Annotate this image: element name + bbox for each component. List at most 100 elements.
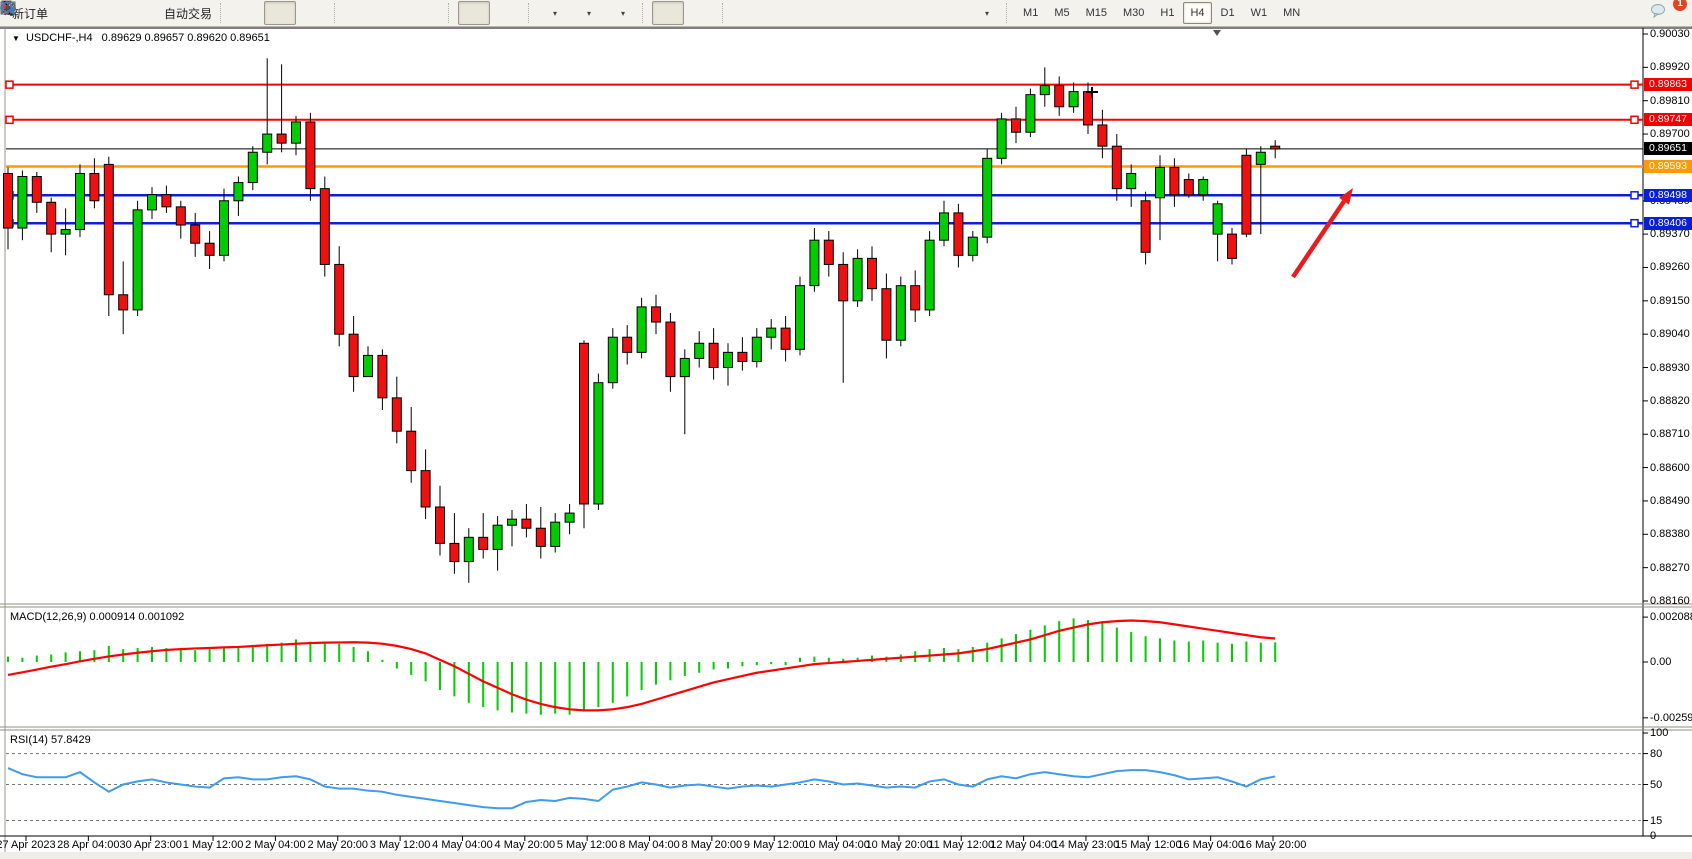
chevron-down-icon[interactable]: ▾ [621, 9, 625, 18]
toolbar-button-trendline[interactable] [800, 1, 832, 25]
price-tag-0.89498[interactable]: 0.89498 [1644, 189, 1692, 202]
toolbar-button-label: 新订单 [12, 5, 48, 22]
toolbar-button-cursor[interactable] [652, 1, 684, 25]
price-tick-label: 0.88490 [1650, 495, 1690, 507]
toolbar-button-text[interactable]: A [902, 1, 934, 25]
macd-tick-label: 0.00 [1650, 656, 1671, 668]
timeframe-M5[interactable]: M5 [1047, 2, 1076, 24]
toolbar-button-vline[interactable] [732, 1, 764, 25]
time-axis-label: 4 May 20:00 [495, 839, 556, 851]
toolbar-button-zoom-in[interactable] [344, 1, 376, 25]
time-axis-label: 8 May 20:00 [682, 839, 743, 851]
price-tick-label: 0.88380 [1650, 528, 1690, 540]
price-tick-label: 0.88270 [1650, 562, 1690, 574]
toolbar-separator [334, 3, 340, 23]
toolbar-separator [642, 3, 648, 23]
macd-tick-label: 0.002088 [1650, 611, 1692, 623]
toolbar-button-new-order[interactable]: 新订单 [4, 1, 52, 25]
toolbar-button-text-label[interactable]: T [936, 1, 968, 25]
time-axis-label: 4 May 04:00 [432, 839, 493, 851]
timeframe-W1[interactable]: W1 [1244, 2, 1275, 24]
notification-badge: 1 [1673, 0, 1687, 11]
chart-quotes: 0.89629 0.89657 0.89620 0.89651 [102, 32, 270, 44]
toolbar-button-auto-scroll[interactable] [458, 1, 490, 25]
toolbar-button-shift-chart[interactable] [492, 1, 524, 25]
chevron-down-icon[interactable]: ▾ [985, 9, 989, 18]
timeframe-H4[interactable]: H4 [1183, 2, 1211, 24]
rsi-tick-label: 50 [1650, 779, 1662, 791]
chart-menu-icon[interactable]: ▼ [12, 34, 20, 43]
toolbar-button-label: 自动交易 [164, 5, 212, 22]
toolbar-separator [220, 3, 226, 23]
price-tick-label: 0.88820 [1650, 395, 1690, 407]
price-tick-label: 0.88930 [1650, 362, 1690, 374]
price-tick-label: 0.89370 [1650, 228, 1690, 240]
toolbar-button-bar-chart[interactable] [230, 1, 262, 25]
toolbar-button-autotrading[interactable]: 自动交易 [156, 1, 216, 25]
price-tick-label: 0.88710 [1650, 428, 1690, 440]
price-tick-label: 0.88160 [1650, 595, 1690, 607]
macd-label: MACD(12,26,9) 0.000914 0.001092 [10, 611, 184, 623]
time-axis-label: 5 May 12:00 [557, 839, 618, 851]
time-axis-label: 8 May 04:00 [619, 839, 680, 851]
toolbar-button-tile-windows[interactable] [412, 1, 444, 25]
time-axis-label: 12 May 04:00 [990, 839, 1057, 851]
toolbar-button-channel[interactable]: E [834, 1, 866, 25]
toolbar-button-styler[interactable] [54, 1, 86, 25]
time-axis-label: 14 May 23:00 [1053, 839, 1120, 851]
time-axis-label: 27 Apr 2023 [0, 839, 56, 851]
toolbar-button-arrows[interactable]: ▾ [970, 1, 1002, 25]
toolbar-button-zoom-out[interactable] [378, 1, 410, 25]
price-tick-label: 0.89700 [1650, 128, 1690, 140]
price-tag-0.89406[interactable]: 0.89406 [1644, 217, 1692, 230]
time-axis-label: 30 Apr 23:00 [119, 839, 181, 851]
toolbar-button-signal[interactable] [122, 1, 154, 25]
main-toolbar: 新订单 自动交易 ▾ ▾ ▾ EFAT ▾ M1M5M15M30H1H4D1W1MN 1 [0, 0, 1692, 27]
chevron-down-icon[interactable]: ▾ [553, 9, 557, 18]
timeframe-M1[interactable]: M1 [1016, 2, 1045, 24]
toolbar-button-crosshair[interactable] [686, 1, 718, 25]
chart-symbol-period: USDCHF-,H4 [26, 32, 93, 44]
toolbar-button-candle-chart[interactable] [264, 1, 296, 25]
chart-title: ▼ USDCHF-,H4 0.89629 0.89657 0.89620 0.8… [12, 32, 270, 44]
time-axis-label: 16 May 04:00 [1177, 839, 1244, 851]
price-tick-label: 0.89810 [1650, 95, 1690, 107]
rsi-label: RSI(14) 57.8429 [10, 734, 91, 746]
rsi-tick-label: 100 [1650, 727, 1668, 739]
time-axis-label: 9 May 12:00 [744, 839, 805, 851]
toolbar-button-line-chart[interactable] [298, 1, 330, 25]
toolbar-separator [448, 3, 454, 23]
time-axis-label: 15 May 12:00 [1115, 839, 1182, 851]
rsi-tick-label: 0 [1650, 830, 1656, 842]
time-axis-label: 10 May 20:00 [866, 839, 933, 851]
price-tick-label: 0.89260 [1650, 261, 1690, 273]
time-axis-label: 3 May 12:00 [370, 839, 431, 851]
toolbar-button-templates[interactable]: ▾ [606, 1, 638, 25]
toolbar-separator [722, 3, 728, 23]
price-tag-0.89651[interactable]: 0.89651 [1644, 142, 1692, 155]
chart-window[interactable] [0, 27, 1692, 859]
search-button[interactable] [1615, 1, 1647, 25]
timeframe-H1[interactable]: H1 [1153, 2, 1181, 24]
time-axis-label: 10 May 04:00 [803, 839, 870, 851]
toolbar-button-user[interactable] [88, 1, 120, 25]
price-tag-0.89863[interactable]: 0.89863 [1644, 78, 1692, 91]
chevron-down-icon[interactable]: ▾ [587, 9, 591, 18]
timeframe-MN[interactable]: MN [1276, 2, 1307, 24]
notifications-button[interactable]: 1 [1649, 1, 1681, 25]
mt4-terminal: 新订单 自动交易 ▾ ▾ ▾ EFAT ▾ M1M5M15M30H1H4D1W1MN 1 ▼ U… [0, 0, 1692, 859]
time-axis-label: 2 May 04:00 [245, 839, 306, 851]
price-tag-0.89593[interactable]: 0.89593 [1644, 160, 1692, 173]
time-axis-label: 28 Apr 04:00 [57, 839, 119, 851]
toolbar-button-periods[interactable]: ▾ [572, 1, 604, 25]
timeframe-M15[interactable]: M15 [1079, 2, 1114, 24]
toolbar-button-fibonacci[interactable]: F [868, 1, 900, 25]
timeframe-D1[interactable]: D1 [1214, 2, 1242, 24]
price-tick-label: 0.89040 [1650, 328, 1690, 340]
toolbar-button-hline[interactable] [766, 1, 798, 25]
price-tick-label: 0.90030 [1650, 28, 1690, 40]
toolbar-button-indicators[interactable]: ▾ [538, 1, 570, 25]
timeframe-M30[interactable]: M30 [1116, 2, 1151, 24]
price-tag-0.89747[interactable]: 0.89747 [1644, 113, 1692, 126]
time-axis-label: 2 May 20:00 [307, 839, 368, 851]
